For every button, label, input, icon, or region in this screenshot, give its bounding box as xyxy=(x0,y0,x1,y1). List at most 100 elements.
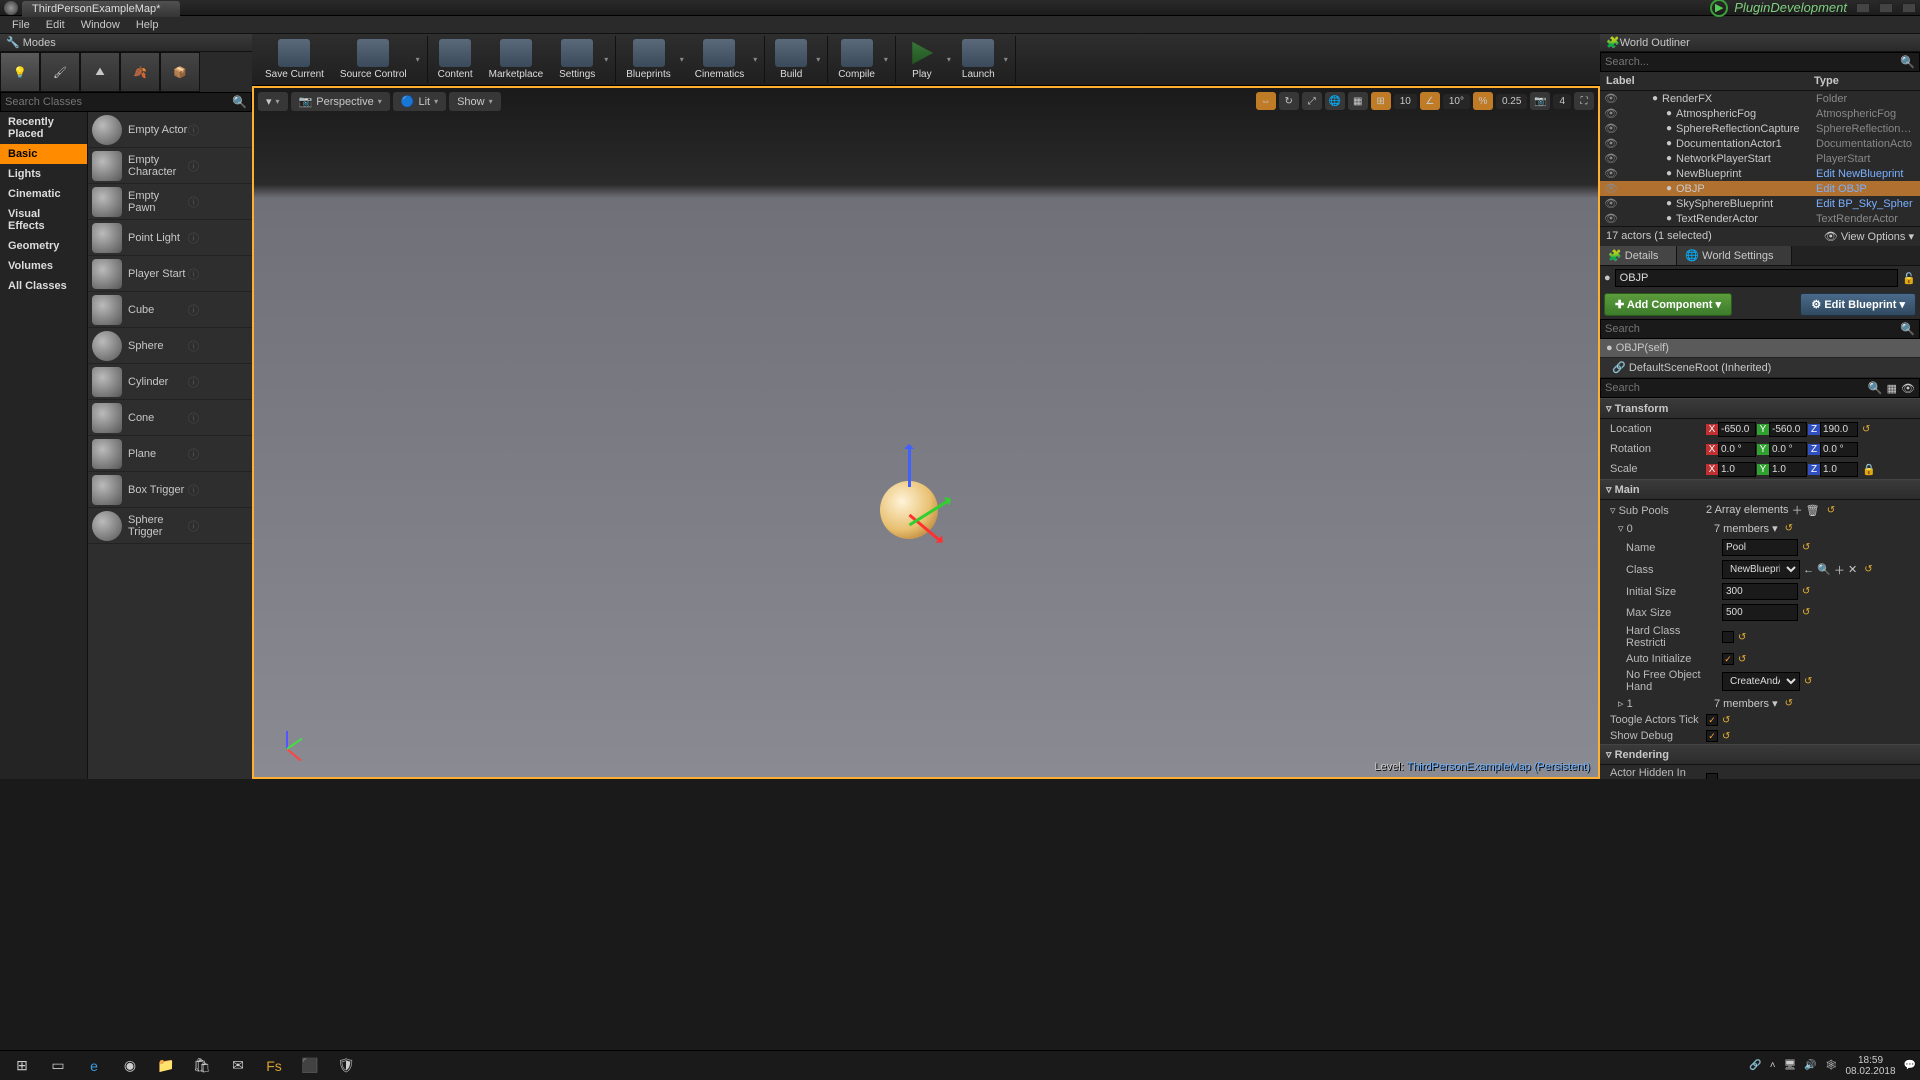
component-root[interactable]: 🔗 DefaultSceneRoot (Inherited) xyxy=(1600,358,1920,378)
actor-item[interactable]: Box Triggerⓘ xyxy=(88,472,252,508)
reset-icon[interactable]: ↺ xyxy=(1862,424,1870,435)
edge-icon[interactable]: e xyxy=(76,1053,112,1079)
menu-file[interactable]: File xyxy=(4,17,38,33)
actor-item[interactable]: Cubeⓘ xyxy=(88,292,252,328)
blueprints-button[interactable]: Blueprints xyxy=(619,36,677,83)
mode-foliage[interactable]: 🍂 xyxy=(120,52,160,92)
cinematics-button[interactable]: Cinematics xyxy=(688,36,751,83)
task-view[interactable]: ▭ xyxy=(40,1053,76,1079)
gizmo-z-axis[interactable] xyxy=(908,445,911,487)
angle-snap-icon[interactable]: ∠ xyxy=(1420,92,1440,110)
tray-volume-icon[interactable]: 🔊 xyxy=(1804,1060,1816,1071)
actor-item[interactable]: Sphere Triggerⓘ xyxy=(88,508,252,544)
gizmo-rotate-icon[interactable]: ↻ xyxy=(1279,92,1299,110)
grid-snap-value[interactable]: 10 xyxy=(1394,94,1417,109)
marketplace-button[interactable]: Marketplace xyxy=(482,36,550,83)
store-icon[interactable]: 🛍 xyxy=(184,1053,220,1079)
world-outliner-tab[interactable]: 🧩 World Outliner xyxy=(1600,34,1920,52)
hard-class-checkbox[interactable] xyxy=(1722,631,1734,643)
maximize-viewport-icon[interactable]: ⛶ xyxy=(1574,92,1594,110)
outliner-row[interactable]: 👁●TextRenderActorTextRenderActor xyxy=(1600,211,1920,226)
outliner-search[interactable]: 🔍 xyxy=(1600,52,1920,72)
max-size[interactable] xyxy=(1722,604,1798,621)
actor-item[interactable]: Empty Pawnⓘ xyxy=(88,184,252,220)
actor-item[interactable]: Point Lightⓘ xyxy=(88,220,252,256)
component-search-input[interactable] xyxy=(1605,323,1900,335)
add-component-button[interactable]: ✚ Add Component ▾ xyxy=(1604,293,1732,316)
gizmo-move-icon[interactable]: ⇔ xyxy=(1256,92,1276,110)
actor-item[interactable]: Cylinderⓘ xyxy=(88,364,252,400)
outliner-row[interactable]: 👁●AtmosphericFogAtmosphericFog xyxy=(1600,106,1920,121)
coord-space-icon[interactable]: 🌐 xyxy=(1325,92,1345,110)
tray-monitor-icon[interactable]: 🖥 xyxy=(1784,1060,1797,1071)
transform-gizmo[interactable] xyxy=(872,467,952,547)
details-eye-icon[interactable]: 👁 xyxy=(1901,382,1915,395)
component-search[interactable]: 🔍 xyxy=(1600,319,1920,339)
pool-name[interactable] xyxy=(1722,539,1798,556)
document-tab[interactable]: ThirdPersonExampleMap* xyxy=(22,1,180,17)
outliner-search-input[interactable] xyxy=(1605,56,1900,68)
mode-landscape[interactable]: ⛰ xyxy=(80,52,120,92)
explorer-icon[interactable]: 📁 xyxy=(148,1053,184,1079)
rot-x[interactable] xyxy=(1718,442,1756,457)
tray-network-icon[interactable]: 🕸 xyxy=(1825,1060,1838,1071)
show-debug-checkbox[interactable]: ✓ xyxy=(1706,730,1718,742)
viewport[interactable]: ▾ 📷 Perspective 🔵 Lit Show ⇔ ↻ ⤢ 🌐 ▦ ⊞ 1… xyxy=(252,86,1600,779)
outliner-row[interactable]: 👁●RenderFXFolder xyxy=(1600,91,1920,106)
clear-icon[interactable]: ✕ xyxy=(1848,563,1857,576)
scale-snap-icon[interactable]: % xyxy=(1473,92,1493,110)
clock[interactable]: 18:5908.02.2018 xyxy=(1845,1055,1895,1077)
unreal-icon[interactable]: 🛡 xyxy=(328,1053,364,1079)
grid-snap-icon[interactable]: ⊞ xyxy=(1371,92,1391,110)
col-label[interactable]: Label xyxy=(1606,75,1814,87)
auto-init-checkbox[interactable]: ✓ xyxy=(1722,653,1734,665)
gizmo-scale-icon[interactable]: ⤢ xyxy=(1302,92,1322,110)
tray-notifications-icon[interactable]: 💬 xyxy=(1904,1060,1916,1071)
cat-basic[interactable]: Basic xyxy=(0,144,87,164)
actor-item[interactable]: Player Startⓘ xyxy=(88,256,252,292)
menu-window[interactable]: Window xyxy=(73,17,128,33)
array-trash-icon[interactable]: 🗑 xyxy=(1806,504,1820,517)
cat-lights[interactable]: Lights xyxy=(0,164,87,184)
cat-all[interactable]: All Classes xyxy=(0,276,87,296)
tab-details[interactable]: 🧩 Details xyxy=(1600,246,1677,265)
content-button[interactable]: Content xyxy=(431,36,480,83)
tray-up-icon[interactable]: ˄ xyxy=(1770,1060,1776,1071)
settings-button[interactable]: Settings xyxy=(552,36,602,83)
lock-icon[interactable]: 🔓 xyxy=(1902,272,1916,285)
cat-recently[interactable]: Recently Placed xyxy=(0,112,87,144)
maximize-button[interactable] xyxy=(1879,3,1893,13)
outliner-row[interactable]: 👁●SphereReflectionCaptureSphereReflectio… xyxy=(1600,121,1920,136)
actor-item[interactable]: Sphereⓘ xyxy=(88,328,252,364)
browse-icon[interactable]: 🔍 xyxy=(1817,563,1831,576)
section-rendering[interactable]: ▿ Rendering xyxy=(1600,744,1920,765)
rot-y[interactable] xyxy=(1769,442,1807,457)
play-button[interactable]: Play xyxy=(899,36,945,83)
mode-paint[interactable]: 🖌 xyxy=(40,52,80,92)
view-options[interactable]: 👁 View Options ▾ xyxy=(1824,230,1914,243)
cat-geometry[interactable]: Geometry xyxy=(0,236,87,256)
toggle-tick-checkbox[interactable]: ✓ xyxy=(1706,714,1718,726)
object-name-field[interactable] xyxy=(1615,269,1899,287)
outliner-row[interactable]: 👁●NewBlueprintEdit NewBlueprint xyxy=(1600,166,1920,181)
tray-link-icon[interactable]: 🔗 xyxy=(1749,1060,1761,1071)
col-type[interactable]: Type xyxy=(1814,75,1914,87)
menu-help[interactable]: Help xyxy=(128,17,167,33)
scale-snap-value[interactable]: 0.25 xyxy=(1496,94,1527,109)
viewport-lit[interactable]: 🔵 Lit xyxy=(393,92,446,111)
nofree-combo[interactable]: CreateAndAdd xyxy=(1722,672,1800,691)
details-search[interactable]: 🔍 ▦ 👁 xyxy=(1600,378,1920,398)
launch-button[interactable]: Launch xyxy=(955,36,1002,83)
engine-status-icon[interactable]: ▶ xyxy=(1710,0,1728,17)
outliner-row[interactable]: 👁●DocumentationActor1DocumentationActo xyxy=(1600,136,1920,151)
source-control-button[interactable]: Source Control xyxy=(333,36,414,83)
hidden-checkbox[interactable] xyxy=(1706,773,1718,779)
scl-y[interactable] xyxy=(1769,462,1807,477)
loc-z[interactable] xyxy=(1820,422,1858,437)
chrome-icon[interactable]: ◉ xyxy=(112,1053,148,1079)
details-search-input[interactable] xyxy=(1605,382,1868,394)
camera-speed-icon[interactable]: 📷 xyxy=(1530,92,1550,110)
angle-snap-value[interactable]: 10° xyxy=(1443,94,1470,109)
array-add-icon[interactable]: ＋ xyxy=(1792,502,1803,518)
actor-item[interactable]: Coneⓘ xyxy=(88,400,252,436)
